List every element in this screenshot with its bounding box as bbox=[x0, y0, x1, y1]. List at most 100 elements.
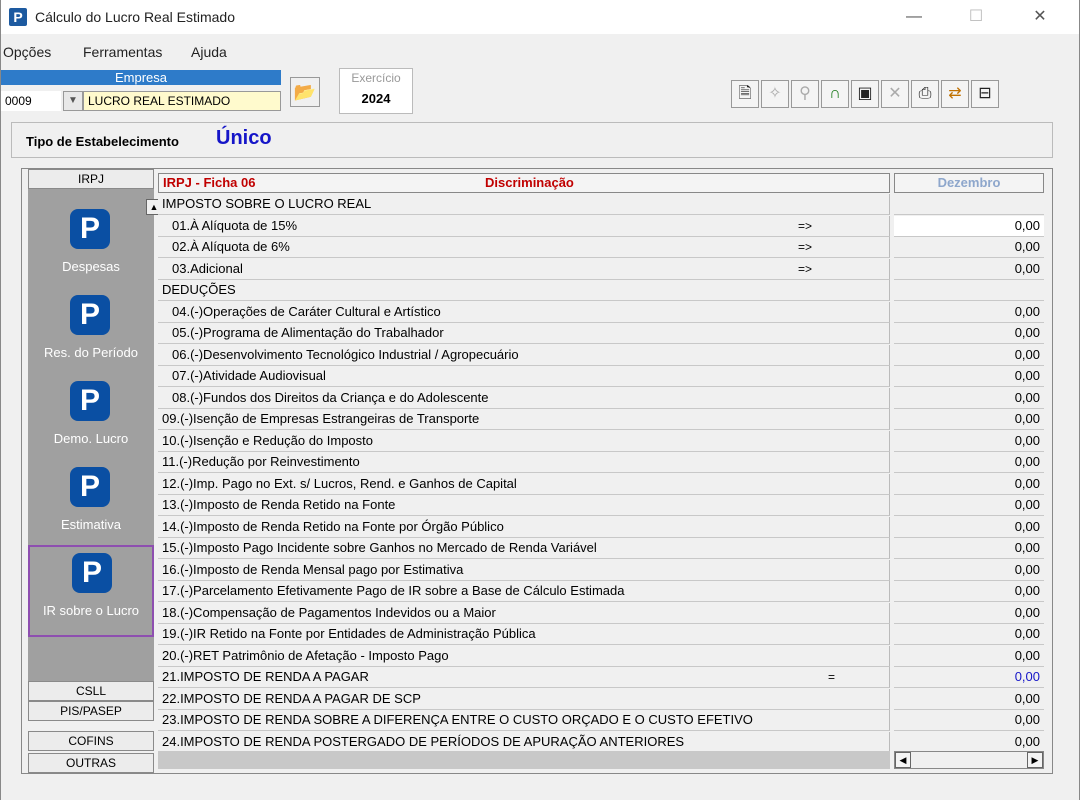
row-value[interactable]: 0,00 bbox=[894, 710, 1044, 731]
table-row: 11.(-)Redução por Reinvestimento 0,00 bbox=[158, 452, 1044, 473]
row-description: 14.(-)Imposto de Renda Retido na Fonte p… bbox=[158, 516, 890, 538]
row-value[interactable]: 0,00 bbox=[894, 516, 1044, 538]
nav-item-despesas[interactable]: P Despesas bbox=[28, 203, 154, 287]
close-icon[interactable]: ✕ bbox=[1017, 5, 1063, 29]
row-value bbox=[894, 280, 1044, 301]
row-value[interactable]: 0,00 bbox=[894, 237, 1044, 258]
row-value[interactable]: 0,00 bbox=[894, 688, 1044, 710]
table-row: 02.À Alíquota de 6% => 0,00 bbox=[158, 237, 1044, 258]
exit-icon[interactable]: ⊟ bbox=[971, 80, 999, 108]
tab-csll[interactable]: CSLL bbox=[28, 681, 154, 701]
p-logo-icon: P bbox=[70, 295, 110, 335]
print-icon[interactable]: ⎙ bbox=[911, 80, 939, 108]
table-row: 16.(-)Imposto de Renda Mensal pago por E… bbox=[158, 559, 1044, 581]
row-value[interactable]: 0,00 bbox=[894, 624, 1044, 645]
transfer-icon[interactable]: ⇄ bbox=[941, 80, 969, 108]
irpj-grid: IRPJ - Ficha 06 Discriminação Dezembro I… bbox=[158, 173, 1044, 773]
row-value[interactable]: 0,00 bbox=[894, 323, 1044, 344]
menu-ajuda[interactable]: Ajuda bbox=[191, 44, 227, 60]
grid-header: IRPJ - Ficha 06 Discriminação Dezembro bbox=[158, 173, 1044, 193]
row-description: 19.(-)IR Retido na Fonte por Entidades d… bbox=[158, 624, 890, 645]
row-description: IMPOSTO SOBRE O LUCRO REAL bbox=[158, 194, 890, 215]
maximize-icon[interactable]: ☐ bbox=[953, 5, 999, 29]
scroll-left-icon[interactable]: ◀ bbox=[895, 752, 911, 768]
nav-item-label: IR sobre o Lucro bbox=[42, 603, 140, 618]
row-value[interactable]: 0,00 bbox=[894, 409, 1044, 430]
row-description: 07.(-)Atividade Audiovisual bbox=[158, 366, 890, 387]
menu-opcoes[interactable]: Opções bbox=[3, 44, 51, 60]
nav-item-label: Res. do Período bbox=[44, 345, 138, 360]
tab-cofins[interactable]: COFINS bbox=[28, 731, 154, 751]
row-description: 03.Adicional bbox=[158, 258, 890, 280]
row-value[interactable]: 0,00 bbox=[894, 452, 1044, 473]
tab-pis-pasep[interactable]: PIS/PASEP bbox=[28, 701, 154, 721]
exercicio-box[interactable]: Exercício 2024 bbox=[339, 68, 413, 114]
row-value[interactable]: 0,00 bbox=[894, 387, 1044, 409]
row-value[interactable]: 0,00 bbox=[894, 258, 1044, 280]
nav-item-ir-sobre-lucro[interactable]: P IR sobre o Lucro bbox=[28, 545, 154, 637]
table-row: 22.IMPOSTO DE RENDA A PAGAR DE SCP 0,00 bbox=[158, 688, 1044, 710]
exercicio-label: Exercício bbox=[351, 71, 401, 85]
row-description: 02.À Alíquota de 6% bbox=[158, 237, 890, 258]
delete-icon[interactable]: ✕ bbox=[881, 80, 909, 108]
table-row: IMPOSTO SOBRE O LUCRO REAL bbox=[158, 194, 1044, 215]
app-icon: P bbox=[9, 8, 27, 26]
document-icon[interactable]: 🗎 bbox=[731, 80, 759, 108]
row-value[interactable]: 0,00 bbox=[894, 366, 1044, 387]
compass-icon[interactable]: ✧ bbox=[761, 80, 789, 108]
open-folder-icon[interactable]: 📂 bbox=[290, 77, 320, 107]
tipo-label: Tipo de Estabelecimento bbox=[26, 134, 179, 149]
main-window: P Cálculo do Lucro Real Estimado — ☐ ✕ O… bbox=[0, 0, 1080, 800]
menu-ferramentas[interactable]: Ferramentas bbox=[83, 44, 162, 60]
nav-item-demo-lucro[interactable]: P Demo. Lucro bbox=[28, 375, 154, 459]
nav-item-estimativa[interactable]: P Estimativa bbox=[28, 461, 154, 545]
row-value[interactable]: 0,00 bbox=[894, 301, 1044, 323]
horizontal-scrollbar[interactable]: ◀ ▶ bbox=[894, 751, 1044, 769]
row-value[interactable]: 0,00 bbox=[894, 430, 1044, 452]
title-bar: P Cálculo do Lucro Real Estimado — ☐ ✕ bbox=[1, 0, 1079, 34]
unlock-icon[interactable]: ∩ bbox=[821, 80, 849, 108]
discriminacao-label: Discriminação bbox=[485, 175, 574, 190]
row-value bbox=[894, 194, 1044, 215]
tipo-estabelecimento-panel: Tipo de Estabelecimento Único bbox=[11, 122, 1053, 158]
row-value[interactable]: 0,00 bbox=[894, 667, 1044, 688]
search-icon[interactable]: ⚲ bbox=[791, 80, 819, 108]
row-value[interactable]: 0,00 bbox=[894, 215, 1044, 237]
empresa-name-field[interactable]: LUCRO REAL ESTIMADO bbox=[83, 91, 281, 111]
row-value[interactable]: 0,00 bbox=[894, 344, 1044, 366]
table-row: 05.(-)Programa de Alimentação do Trabalh… bbox=[158, 323, 1044, 344]
empresa-dropdown-button[interactable]: ▼ bbox=[63, 91, 83, 111]
row-value[interactable]: 0,00 bbox=[894, 538, 1044, 559]
row-description: 11.(-)Redução por Reinvestimento bbox=[158, 452, 890, 473]
scroll-right-icon[interactable]: ▶ bbox=[1027, 752, 1043, 768]
row-value[interactable]: 0,00 bbox=[894, 731, 1044, 753]
row-description: 13.(-)Imposto de Renda Retido na Fonte bbox=[158, 495, 890, 516]
table-row: 08.(-)Fundos dos Direitos da Criança e d… bbox=[158, 387, 1044, 409]
row-value[interactable]: 0,00 bbox=[894, 602, 1044, 624]
row-value[interactable]: 0,00 bbox=[894, 645, 1044, 667]
table-row: 04.(-)Operações de Caráter Cultural e Ar… bbox=[158, 301, 1044, 323]
tab-irpj[interactable]: IRPJ bbox=[28, 169, 154, 189]
save-icon[interactable]: ▣ bbox=[851, 80, 879, 108]
nav-item-label: Despesas bbox=[62, 259, 120, 274]
row-value[interactable]: 0,00 bbox=[894, 559, 1044, 581]
row-description: 08.(-)Fundos dos Direitos da Criança e d… bbox=[158, 387, 890, 409]
table-row: 06.(-)Desenvolvimento Tecnológico Indust… bbox=[158, 344, 1044, 366]
row-value[interactable]: 0,00 bbox=[894, 581, 1044, 602]
p-logo-icon: P bbox=[72, 553, 112, 593]
tab-outras[interactable]: OUTRAS bbox=[28, 753, 154, 773]
row-arrow: = bbox=[828, 670, 836, 684]
table-row: 17.(-)Parcelamento Efetivamente Pago de … bbox=[158, 581, 1044, 602]
empresa-label: Empresa bbox=[1, 70, 281, 85]
empresa-code-field[interactable]: 0009 bbox=[1, 91, 61, 111]
row-description: 01.À Alíquota de 15% bbox=[158, 215, 890, 237]
table-row: 03.Adicional => 0,00 bbox=[158, 258, 1044, 280]
row-value[interactable]: 0,00 bbox=[894, 473, 1044, 495]
row-value[interactable]: 0,00 bbox=[894, 495, 1044, 516]
minimize-icon[interactable]: — bbox=[891, 5, 937, 29]
nav-item-res-periodo[interactable]: P Res. do Período bbox=[28, 289, 154, 373]
table-row: 13.(-)Imposto de Renda Retido na Fonte 0,… bbox=[158, 495, 1044, 516]
row-description: 21.IMPOSTO DE RENDA A PAGAR bbox=[158, 667, 890, 688]
table-row: 07.(-)Atividade Audiovisual 0,00 bbox=[158, 366, 1044, 387]
row-description: 20.(-)RET Patrimônio de Afetação - Impos… bbox=[158, 645, 890, 667]
